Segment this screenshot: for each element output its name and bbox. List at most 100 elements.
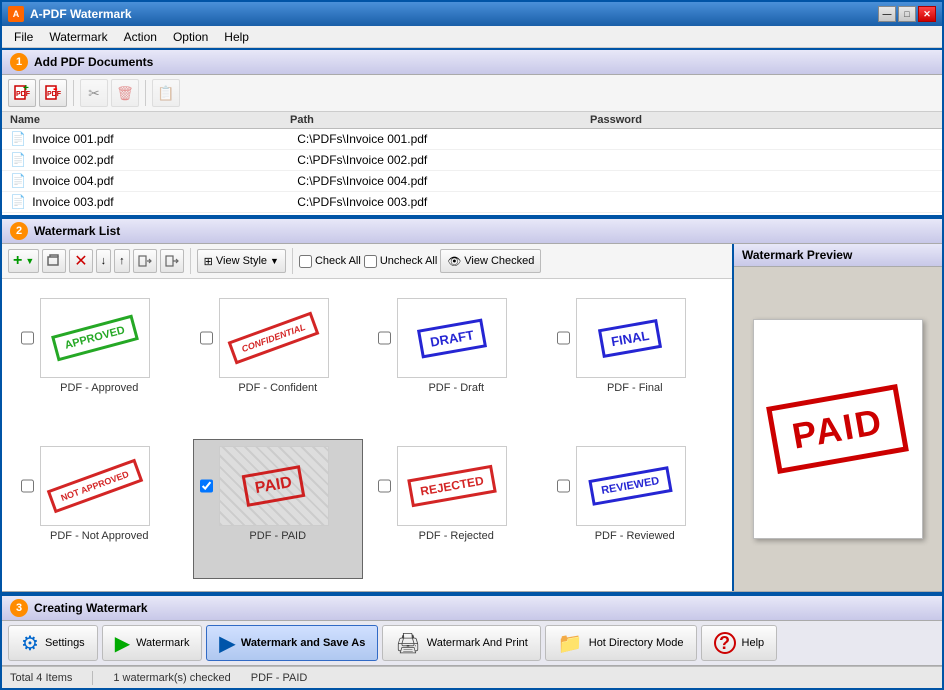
watermark-print-label: Watermark And Print	[427, 637, 528, 649]
wm-checkbox-paid[interactable]	[200, 446, 213, 526]
pdf-list-container: Name Path Password 📄 Invoice 001.pdf C:\…	[2, 112, 942, 217]
load-watermark-button[interactable]	[42, 249, 66, 273]
menu-bar: File Watermark Action Option Help	[2, 26, 942, 48]
watermark-button[interactable]: ▶ Watermark	[102, 625, 203, 661]
preview-area: PAID	[734, 267, 942, 591]
section3-title: Creating Watermark	[34, 601, 148, 615]
status-items-count: Total 4 Items	[10, 672, 72, 684]
check-all-label[interactable]: Check All	[299, 255, 361, 268]
menu-help[interactable]: Help	[216, 28, 257, 46]
move-button[interactable]: 📋	[152, 79, 180, 107]
wm-thumb-rejected: Rejected	[397, 446, 507, 526]
watermark-save-button[interactable]: ▶ Watermark and Save As	[206, 625, 378, 661]
watermark-item-final[interactable]: Final PDF - Final	[550, 291, 721, 431]
pdf-list: 📄 Invoice 001.pdf C:\PDFs\Invoice 001.pd…	[2, 129, 942, 213]
wm-checkbox-approved[interactable]	[21, 298, 34, 378]
stamp-approved: Approved	[51, 315, 139, 362]
preview-stamp: PAID	[766, 384, 909, 474]
list-header: Name Path Password	[2, 112, 942, 129]
minimize-button[interactable]: —	[878, 6, 896, 22]
wm-checkbox-confidential[interactable]	[200, 298, 213, 378]
watermark-item-confidential[interactable]: Confidential PDF - Confident	[193, 291, 364, 431]
watermark-item-rejected[interactable]: Rejected PDF - Rejected	[371, 439, 542, 579]
menu-action[interactable]: Action	[116, 28, 165, 46]
stamp-not-approved: NOT APPROVED	[47, 459, 143, 514]
view-checked-label: View Checked	[464, 255, 534, 267]
section3-num: 3	[10, 599, 28, 617]
section3: 3 Creating Watermark ⚙ Settings ▶ Waterm…	[2, 592, 942, 666]
wm-checkbox-not-approved[interactable]	[21, 446, 34, 526]
wm-label-draft: PDF - Draft	[428, 382, 484, 394]
watermark-section: + ▼ ✕ ↓ ↑ ⊞ View Style	[2, 244, 942, 592]
menu-option[interactable]: Option	[165, 28, 216, 46]
watermark-item-not-approved[interactable]: NOT APPROVED PDF - Not Approved	[14, 439, 185, 579]
uncheck-all-checkbox[interactable]	[364, 255, 377, 268]
uncheck-all-label[interactable]: Uncheck All	[364, 255, 437, 268]
watermark-save-icon: ▶	[219, 631, 234, 656]
view-checked-button[interactable]: 👁 View Checked	[440, 249, 541, 273]
menu-file[interactable]: File	[6, 28, 41, 46]
view-style-icon: ⊞	[204, 255, 213, 268]
section1-toolbar: PDF+ PDF- ✂ 🗑 📋	[2, 75, 942, 112]
wm-checkbox-rejected[interactable]	[378, 446, 391, 526]
delete-watermark-button[interactable]: ✕	[69, 249, 92, 273]
add-watermark-button[interactable]: + ▼	[8, 249, 39, 273]
pdf-filename: Invoice 003.pdf	[32, 195, 297, 209]
pdf-filepath: C:\PDFs\Invoice 004.pdf	[297, 174, 597, 188]
export-button[interactable]	[160, 249, 184, 273]
wm-thumb-reviewed: Reviewed	[576, 446, 686, 526]
status-checked-count: 1 watermark(s) checked	[113, 672, 230, 684]
pdf-icon: 📄	[10, 131, 26, 147]
cut-button[interactable]: ✂	[80, 79, 108, 107]
watermark-left-panel: + ▼ ✕ ↓ ↑ ⊞ View Style	[2, 244, 732, 591]
watermark-item-reviewed[interactable]: Reviewed PDF - Reviewed	[550, 439, 721, 579]
hot-directory-button[interactable]: 📁 Hot Directory Mode	[545, 625, 697, 661]
section2-header: 2 Watermark List	[2, 217, 942, 244]
stamp-reviewed: Reviewed	[589, 466, 673, 506]
settings-button[interactable]: ⚙ Settings	[8, 625, 98, 661]
watermark-item-draft[interactable]: Draft PDF - Draft	[371, 291, 542, 431]
pdf-row[interactable]: 📄 Invoice 004.pdf C:\PDFs\Invoice 004.pd…	[2, 171, 942, 192]
section2-title: Watermark List	[34, 224, 120, 238]
add-pdf-button[interactable]: PDF+	[8, 79, 36, 107]
wm-checkbox-reviewed[interactable]	[557, 446, 570, 526]
pdf-row[interactable]: 📄 Invoice 003.pdf C:\PDFs\Invoice 003.pd…	[2, 192, 942, 213]
view-style-button[interactable]: ⊞ View Style ▼	[197, 249, 286, 273]
delete-button[interactable]: 🗑	[111, 79, 139, 107]
title-bar: A A-PDF Watermark — □ ✕	[2, 2, 942, 26]
section1-title: Add PDF Documents	[34, 55, 153, 69]
pdf-row[interactable]: 📄 Invoice 002.pdf C:\PDFs\Invoice 002.pd…	[2, 150, 942, 171]
add-dropdown-arrow[interactable]: ▼	[25, 256, 34, 266]
col-password: Password	[590, 114, 710, 126]
move-down-button[interactable]: ↓	[96, 249, 112, 273]
svg-text:-: -	[53, 85, 58, 96]
uncheck-all-text: Uncheck All	[380, 255, 437, 267]
check-all-checkbox[interactable]	[299, 255, 312, 268]
col-name: Name	[10, 114, 290, 126]
pdf-filename: Invoice 001.pdf	[32, 132, 297, 146]
import-button[interactable]	[133, 249, 157, 273]
watermark-print-button[interactable]: 🖨 Watermark And Print	[382, 625, 540, 661]
view-style-arrow: ▼	[270, 256, 279, 266]
app-icon: A	[8, 6, 24, 22]
watermark-item-approved[interactable]: Approved PDF - Approved	[14, 291, 185, 431]
menu-watermark[interactable]: Watermark	[41, 28, 115, 46]
help-button[interactable]: ? Help	[701, 625, 778, 661]
wm-label-rejected: PDF - Rejected	[419, 530, 494, 542]
status-checked-name: PDF - PAID	[251, 672, 308, 684]
watermark-item-paid[interactable]: PAID PDF - PAID	[193, 439, 364, 579]
section3-header: 3 Creating Watermark	[2, 594, 942, 621]
wm-thumb-confidential: Confidential	[219, 298, 329, 378]
maximize-button[interactable]: □	[898, 6, 916, 22]
move-up-button[interactable]: ↑	[114, 249, 130, 273]
wm-checkbox-draft[interactable]	[378, 298, 391, 378]
wm-checkbox-final[interactable]	[557, 298, 570, 378]
remove-pdf-button[interactable]: PDF-	[39, 79, 67, 107]
pdf-filename: Invoice 002.pdf	[32, 153, 297, 167]
close-button[interactable]: ✕	[918, 6, 936, 22]
pdf-row[interactable]: 📄 Invoice 001.pdf C:\PDFs\Invoice 001.pd…	[2, 129, 942, 150]
wm-separator2	[292, 248, 293, 274]
hot-directory-label: Hot Directory Mode	[589, 637, 684, 649]
preview-header: Watermark Preview	[734, 244, 942, 267]
window-title: A-PDF Watermark	[30, 7, 878, 21]
